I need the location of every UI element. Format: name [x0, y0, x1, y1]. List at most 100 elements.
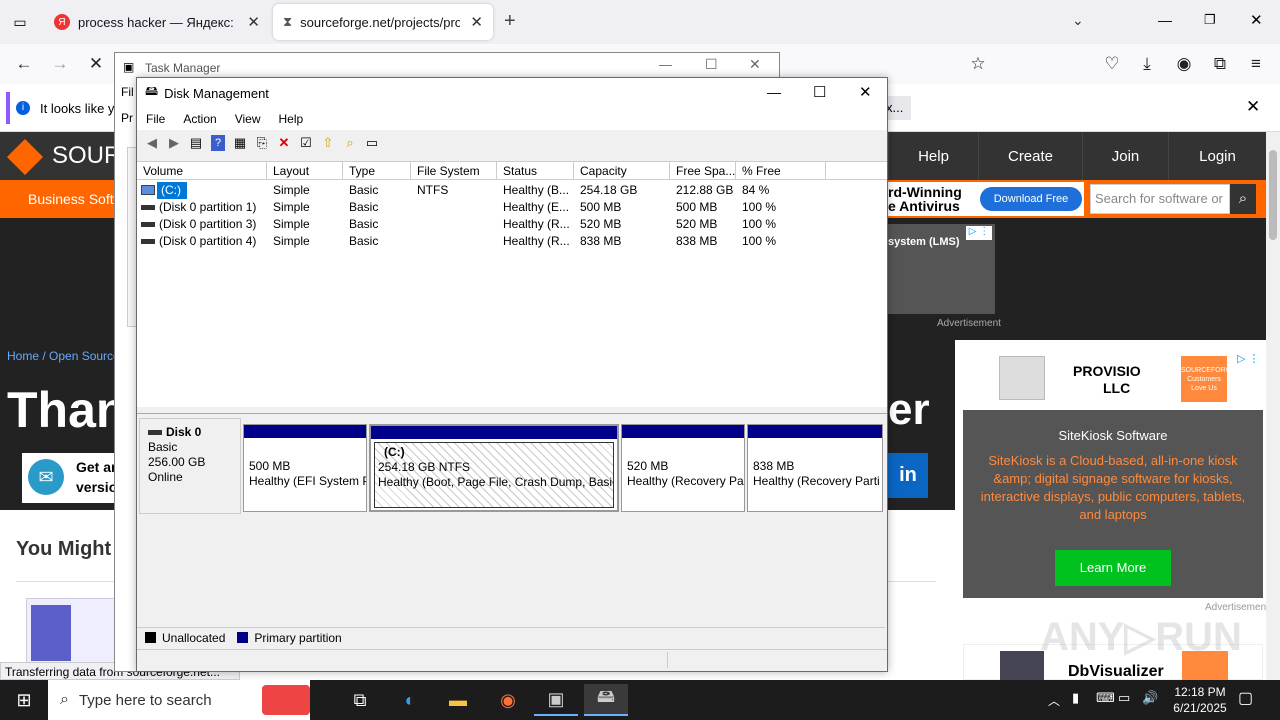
forward-icon[interactable]: ▶	[163, 133, 185, 153]
col-capacity[interactable]: Capacity	[574, 162, 670, 180]
minimize-icon[interactable]: —	[659, 57, 672, 72]
console-icon[interactable]: ▭	[361, 133, 383, 153]
tab-sourceforge[interactable]: ⧗ sourceforge.net/projects/proce ✕	[273, 4, 493, 40]
nav-create[interactable]: Create	[978, 132, 1082, 180]
download-icon[interactable]: ⤓	[1133, 50, 1161, 78]
antivirus-ad[interactable]: rd-Winning e Antivirus Download Free	[888, 182, 1084, 216]
close-tab-icon[interactable]: ✕	[247, 13, 260, 31]
linkedin-icon[interactable]: in	[888, 453, 928, 498]
table-row[interactable]: (Disk 0 partition 3) Simple Basic Health…	[137, 216, 887, 233]
tm-tab-processes[interactable]: Pr	[121, 111, 133, 125]
tm-menu-file[interactable]: Fil	[121, 85, 134, 99]
chevron-up-icon[interactable]: ︿	[1048, 692, 1060, 709]
sitekiosk-ad[interactable]: SiteKiosk Software SiteKiosk is a Cloud-…	[963, 410, 1263, 598]
task-view-icon[interactable]: ⧉	[338, 684, 382, 716]
new-tab-icon[interactable]: +	[504, 10, 516, 33]
task-manager-taskbar-icon[interactable]: ▣	[534, 684, 578, 716]
close-icon[interactable]: ✕	[749, 56, 761, 73]
nav-help[interactable]: Help	[888, 132, 978, 180]
business-software-link[interactable]: Business Softw	[28, 191, 124, 207]
chevron-down-icon[interactable]: ⌄	[1072, 12, 1084, 29]
back-icon[interactable]: ◀	[141, 133, 163, 153]
stop-icon[interactable]: ✕	[82, 50, 110, 78]
account-icon[interactable]: ◉	[1170, 50, 1198, 78]
nav-join[interactable]: Join	[1082, 132, 1168, 180]
delete-icon[interactable]: ✕	[273, 133, 295, 153]
extensions-icon[interactable]: ⧉	[1206, 50, 1234, 78]
menu-view[interactable]: View	[226, 112, 270, 126]
disk-0-label[interactable]: Disk 0 Basic 256.00 GB Online	[139, 418, 241, 514]
menu-file[interactable]: File	[137, 112, 174, 126]
forward-icon[interactable]: →	[46, 50, 74, 78]
table-row[interactable]: (Disk 0 partition 4) Simple Basic Health…	[137, 233, 887, 250]
disk-management-window[interactable]: 🖴 Disk Management — ☐ ✕ File Action View…	[136, 77, 888, 672]
notifications-icon[interactable]: ▢	[1238, 688, 1253, 708]
disk-graphical-view[interactable]: Disk 0 Basic 256.00 GB Online 500 MB Hea…	[137, 413, 887, 623]
product-thumbnail[interactable]	[26, 598, 116, 668]
table-row[interactable]: (Disk 0 partition 1) Simple Basic Health…	[137, 199, 887, 216]
download-free-button[interactable]: Download Free	[980, 187, 1082, 211]
show-hide-tree-icon[interactable]: ▤	[185, 133, 207, 153]
partition-efi[interactable]: 500 MB Healthy (EFI System P	[243, 424, 367, 512]
back-icon[interactable]: ←	[10, 50, 38, 78]
close-notification-icon[interactable]: ✕	[1246, 97, 1260, 117]
maximize-icon[interactable]: ☐	[705, 56, 718, 73]
scrollbar-thumb[interactable]	[1269, 150, 1277, 240]
col-status[interactable]: Status	[497, 162, 574, 180]
lms-ad-text: system (LMS)	[888, 236, 960, 248]
tab-yandex[interactable]: Я process hacker — Яндекс: наш ✕	[44, 4, 270, 40]
menu-action[interactable]: Action	[174, 112, 225, 126]
restore-icon[interactable]: ❐	[1204, 12, 1216, 28]
breadcrumb[interactable]: Home / Open Source	[7, 349, 120, 363]
partition-recovery-2[interactable]: 838 MB Healthy (Recovery Parti	[747, 424, 883, 512]
close-icon[interactable]: ✕	[859, 83, 872, 101]
pocket-icon[interactable]: ♡	[1098, 50, 1126, 78]
lms-ad[interactable]: system (LMS) ▷ ⋮	[888, 224, 995, 314]
learn-more-button[interactable]: Learn More	[1055, 550, 1171, 586]
minimize-icon[interactable]: —	[1158, 12, 1172, 28]
col-percent-free[interactable]: % Free	[736, 162, 826, 180]
folder-up-icon[interactable]: ⇧	[317, 133, 339, 153]
edge-icon[interactable]: ◐	[388, 684, 432, 716]
maximize-icon[interactable]: ☐	[813, 83, 826, 101]
firefox-icon[interactable]: ◉	[486, 684, 530, 716]
cell-layout: Simple	[273, 183, 310, 197]
adchoices-icon[interactable]: ▷ ⋮	[1237, 352, 1260, 365]
col-free-space[interactable]: Free Spa...	[670, 162, 736, 180]
file-explorer-icon[interactable]: ▬	[436, 684, 480, 716]
tab-list-icon[interactable]: ▭	[8, 10, 32, 34]
col-layout[interactable]: Layout	[267, 162, 343, 180]
connect-icon[interactable]: ⎘	[251, 133, 273, 153]
properties-icon[interactable]: ▦	[229, 133, 251, 153]
sf-search-input[interactable]: Search for software or	[1090, 184, 1230, 214]
check-icon[interactable]: ☑	[295, 133, 317, 153]
menu-icon[interactable]: ≡	[1242, 50, 1270, 78]
partition-c[interactable]: (C:) 254.18 GB NTFS Healthy (Boot, Page …	[369, 424, 619, 512]
help-icon[interactable]: ?	[211, 135, 225, 151]
page-scrollbar[interactable]	[1266, 132, 1280, 680]
adchoices-icon[interactable]: ▷ ⋮	[966, 226, 992, 240]
usb-icon[interactable]: ▮	[1072, 690, 1079, 706]
network-icon[interactable]: ▭	[1118, 690, 1130, 706]
bookmark-star-icon[interactable]: ☆	[964, 50, 992, 78]
taskbar-search[interactable]: ⌕ Type here to search	[48, 680, 310, 720]
keyboard-icon[interactable]: ⌨	[1096, 690, 1115, 706]
partition-recovery-1[interactable]: 520 MB Healthy (Recovery Pa	[621, 424, 745, 512]
provisio-ad[interactable]: PROVISIO LLC SOURCEFORGE Customers Love U…	[963, 350, 1263, 410]
col-volume[interactable]: Volume	[137, 162, 267, 180]
col-type[interactable]: Type	[343, 162, 411, 180]
table-row[interactable]: (C:) Simple Basic NTFS Healthy (B... 254…	[137, 182, 887, 199]
volume-list[interactable]: Volume Layout Type File System Status Ca…	[137, 161, 887, 407]
close-window-icon[interactable]: ✕	[1250, 11, 1263, 29]
col-filesystem[interactable]: File System	[411, 162, 497, 180]
menu-help[interactable]: Help	[270, 112, 313, 126]
close-tab-icon[interactable]: ✕	[470, 13, 483, 31]
search-folder-icon[interactable]: ⌕	[339, 133, 361, 153]
disk-management-taskbar-icon[interactable]: 🖴	[584, 684, 628, 716]
minimize-icon[interactable]: —	[767, 84, 781, 100]
nav-login[interactable]: Login	[1168, 132, 1266, 180]
search-icon[interactable]: ⌕	[1230, 184, 1256, 214]
volume-icon[interactable]: 🔊	[1142, 690, 1158, 706]
windows-start-icon[interactable]: ⊞	[2, 684, 46, 716]
clock[interactable]: 12:18 PM 6/21/2025	[1164, 684, 1236, 716]
